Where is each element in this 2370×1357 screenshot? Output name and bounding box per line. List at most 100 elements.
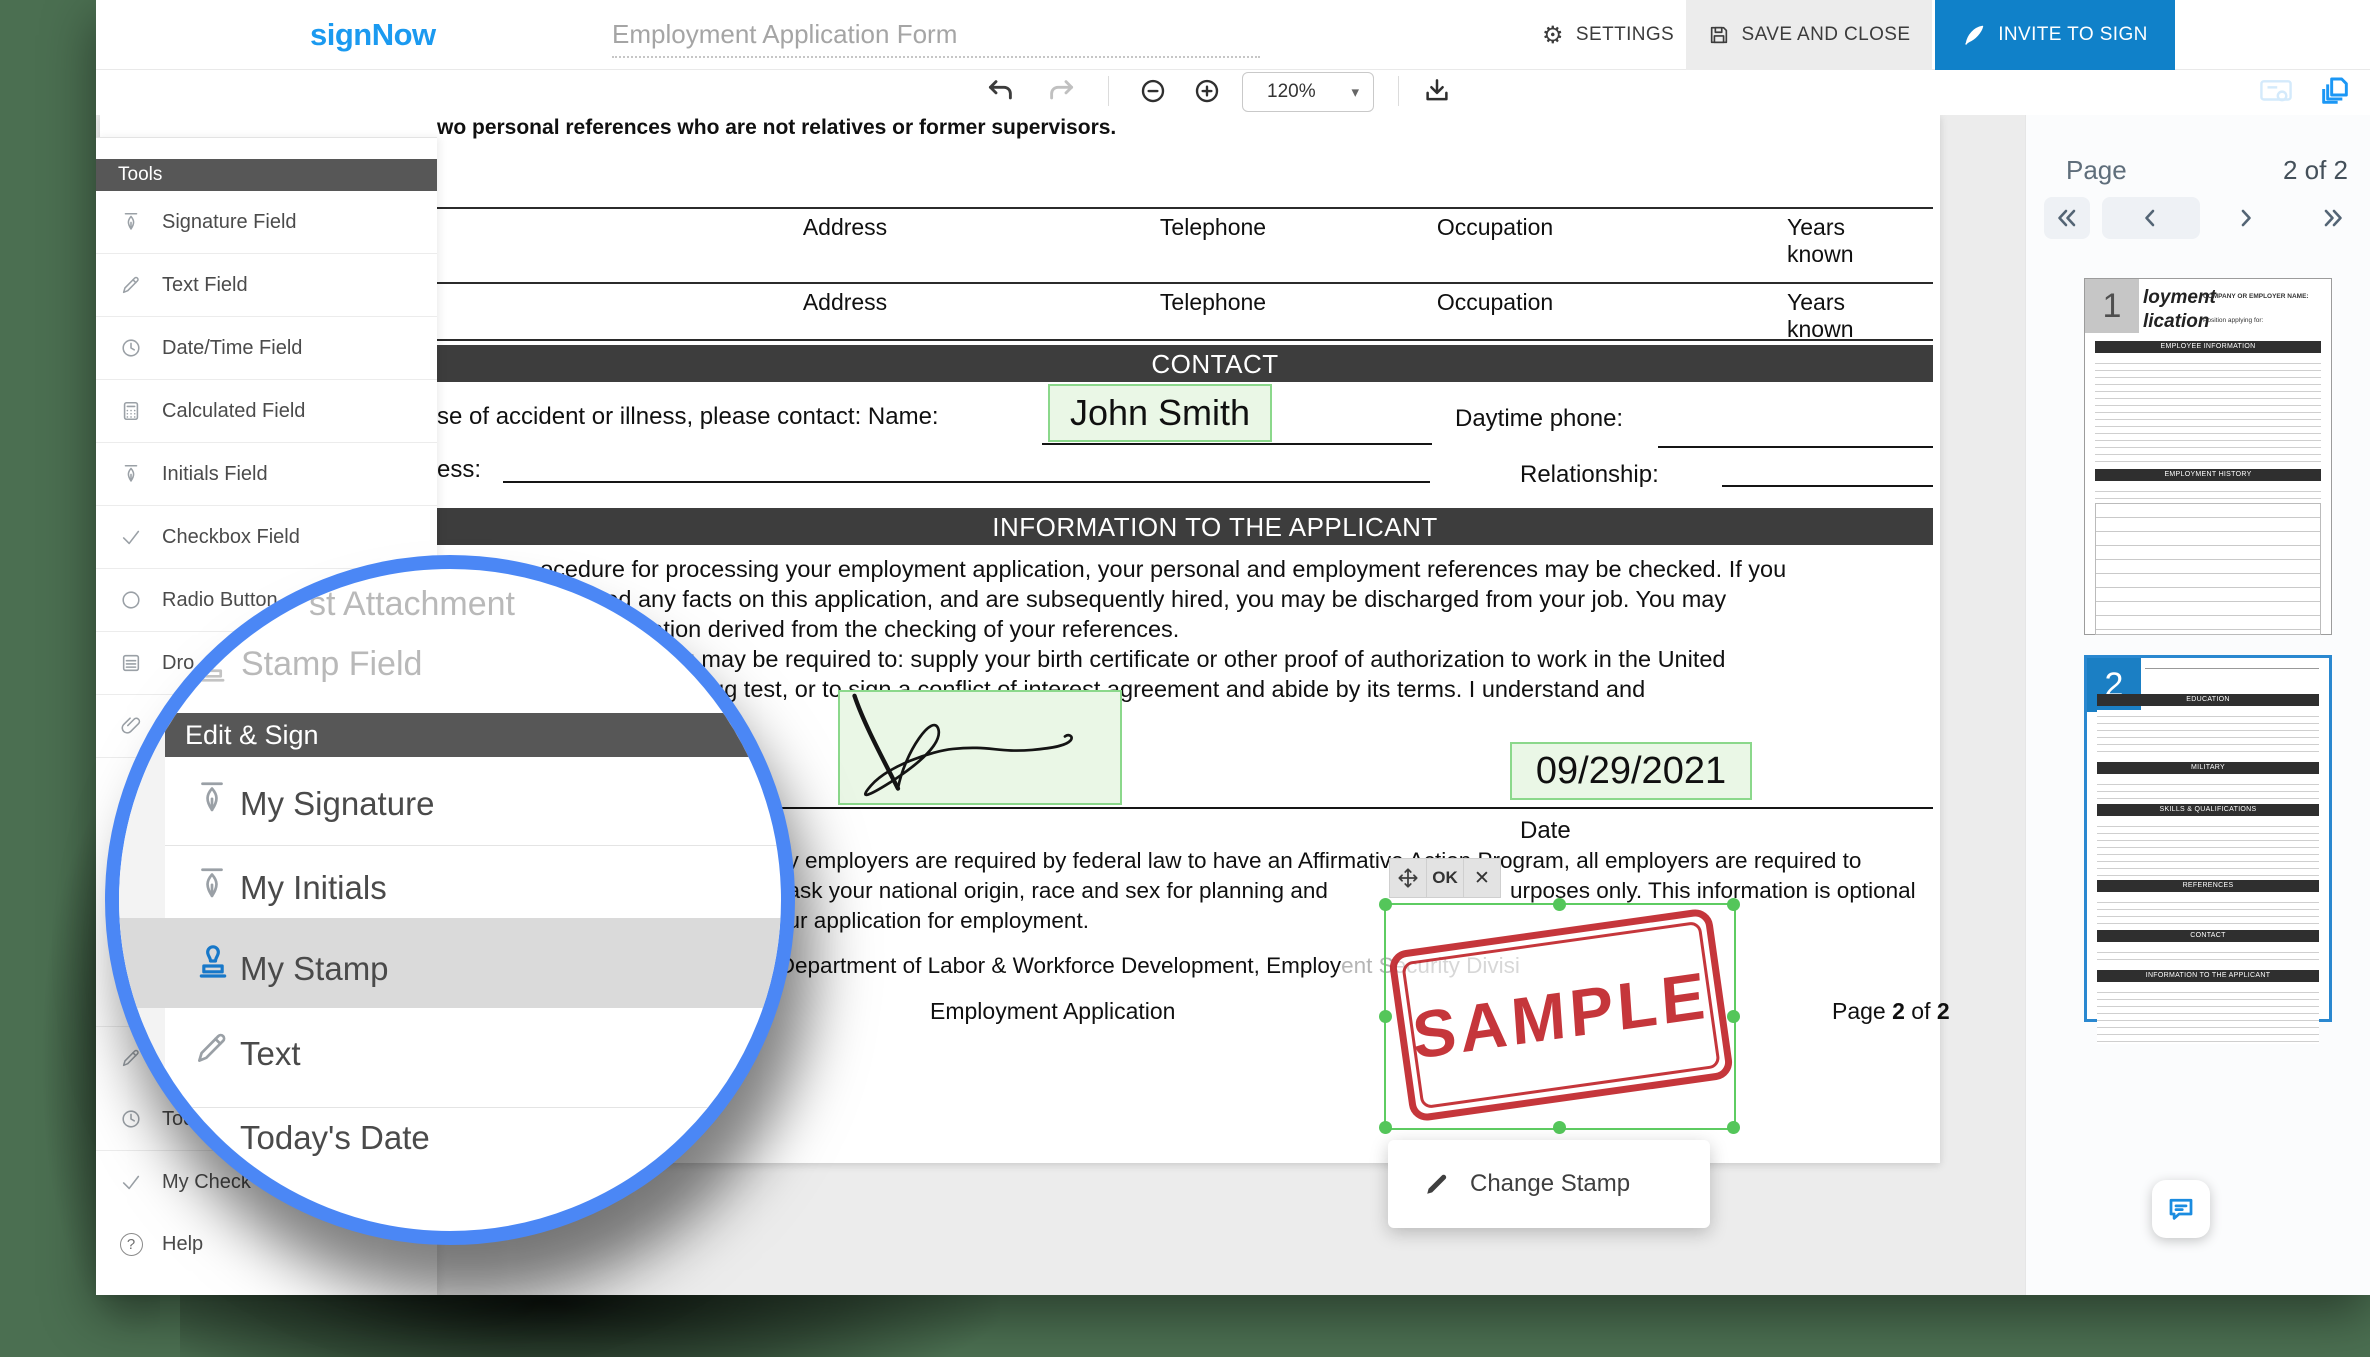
eeo-line: le many employers are required by federa…: [720, 848, 1861, 874]
download-button[interactable]: [1420, 74, 1454, 108]
sidebar-item-checkbox-field[interactable]: Checkbox Field: [96, 506, 437, 569]
previous-page-button[interactable]: [2102, 197, 2200, 239]
magnified-my-signature[interactable]: My Signature: [240, 785, 434, 823]
support-chat-button[interactable]: [2152, 1180, 2210, 1238]
sidebar-item-signature-field[interactable]: Signature Field: [96, 191, 437, 254]
document-title-field[interactable]: Employment Application Form: [612, 14, 1260, 58]
column-years-known: Years known: [1787, 214, 1889, 268]
name-field-filled[interactable]: John Smith: [1048, 384, 1272, 442]
invite-to-sign-label: INVITE TO SIGN: [1998, 24, 2148, 46]
sidebar-item-initials-field[interactable]: Initials Field: [96, 443, 437, 506]
separator: [165, 1107, 795, 1108]
zoom-in-button[interactable]: [1190, 74, 1224, 108]
footer-page-num: 2: [1892, 998, 1905, 1024]
sidebar-item-label: Text Field: [162, 274, 248, 297]
toolbar-divider: [1108, 76, 1109, 106]
floppy-icon: [1708, 24, 1730, 46]
department-line-black: laska Department of Labor & Workforce De…: [720, 953, 1341, 978]
sidebar-item-datetime-field[interactable]: Date/Time Field: [96, 317, 437, 380]
sidebar-item-calculated-field[interactable]: Calculated Field: [96, 380, 437, 443]
thumbnail-lines: [2095, 485, 2321, 499]
signature-scribble: [840, 692, 1120, 803]
date-field-filled[interactable]: 09/29/2021: [1510, 742, 1752, 800]
move-handle[interactable]: [1389, 858, 1427, 898]
resize-handle[interactable]: [1727, 1121, 1740, 1134]
clock-icon: [118, 337, 144, 359]
thumbnail-lines: [2097, 710, 2319, 758]
magnified-text[interactable]: Text: [240, 1035, 301, 1073]
sidebar-item-label: Checkbox Field: [162, 526, 300, 549]
footer-page-prefix: Page: [1832, 998, 1892, 1024]
sidebar-item-label: My Check: [162, 1171, 251, 1194]
magnified-panel-margin: [119, 569, 165, 1231]
name-underline: [1042, 443, 1432, 445]
name-value: John Smith: [1070, 392, 1250, 434]
gear-icon: ⚙: [1542, 21, 1564, 50]
pen-nib-icon: [193, 865, 231, 908]
change-stamp-button[interactable]: Change Stamp: [1388, 1140, 1710, 1228]
resize-handle[interactable]: [1727, 898, 1740, 911]
save-and-close-label: SAVE AND CLOSE: [1742, 24, 1911, 46]
column-years-known: Years known: [1787, 289, 1889, 343]
page-thumbnail-2-selected[interactable]: 2 EDUCATION MILITARY SKILLS & QUALIFICAT…: [2084, 655, 2332, 1022]
separator: [165, 845, 795, 846]
address-label: ess:: [437, 456, 481, 484]
merge-fields-icon[interactable]: [2252, 74, 2300, 108]
resize-handle[interactable]: [1379, 1010, 1392, 1023]
eeo-line: d may ask your national origin, race and…: [720, 878, 1328, 904]
date-label: Date: [1520, 817, 1571, 845]
thumbnail-lines: [2097, 946, 2319, 966]
resize-handle[interactable]: [1553, 1121, 1566, 1134]
next-page-button[interactable]: [2222, 197, 2268, 239]
sidebar-item-label: Help: [162, 1233, 203, 1256]
resize-handle[interactable]: [1553, 898, 1566, 911]
paragraph-line: ocedure for processing your employment a…: [540, 556, 1786, 583]
thumbnail-lines: [2097, 820, 2319, 876]
redo-button[interactable]: [1044, 74, 1078, 108]
sidebar-item-label: Radio Button: [162, 589, 278, 612]
resize-handle[interactable]: [1727, 1010, 1740, 1023]
thumbnail-line: [2145, 668, 2319, 669]
address-underline: [503, 481, 1430, 483]
magnified-my-stamp[interactable]: My Stamp: [240, 950, 389, 988]
save-and-close-button[interactable]: SAVE AND CLOSE: [1686, 0, 1932, 70]
contact-line: se of accident or illness, please contac…: [437, 403, 939, 431]
sample-stamp[interactable]: SAMPLE: [1388, 907, 1735, 1123]
pages-copy-icon[interactable]: [2318, 74, 2352, 108]
calculator-icon: [118, 400, 144, 422]
info-section-title: INFORMATION TO THE APPLICANT: [992, 512, 1437, 543]
page-thumbnail-1[interactable]: 1 loyment lication COMPANY OR EMPLOYER N…: [2084, 278, 2332, 635]
chat-bubble-icon: [2166, 1194, 2196, 1224]
undo-button[interactable]: [984, 74, 1018, 108]
ok-button[interactable]: OK: [1426, 858, 1464, 898]
resize-handle[interactable]: [1379, 898, 1392, 911]
relationship-underline: [1722, 485, 1933, 487]
last-page-button[interactable]: [2310, 197, 2356, 239]
settings-button[interactable]: ⚙ SETTINGS: [1516, 0, 1700, 70]
close-icon[interactable]: ✕: [1463, 858, 1501, 898]
footer-doc-name: Employment Application: [930, 998, 1175, 1025]
change-stamp-label: Change Stamp: [1470, 1170, 1630, 1198]
first-page-button[interactable]: [2044, 197, 2090, 239]
stamp-selection-box[interactable]: SAMPLE: [1384, 903, 1736, 1130]
column-address: Address: [803, 214, 887, 241]
magnified-my-initials[interactable]: My Initials: [240, 869, 387, 907]
editor-toolbar: 120% ▾: [96, 70, 2370, 115]
sidebar-item-text-field[interactable]: Text Field: [96, 254, 437, 317]
resize-handle[interactable]: [1379, 1121, 1392, 1134]
pen-nib-icon: [193, 779, 231, 822]
thumbnail-grid: [2095, 503, 2321, 635]
thumb1-section-bar: EMPLOYEE INFORMATION EMPLOYMENT HISTORY: [2085, 341, 2331, 639]
invite-to-sign-button[interactable]: INVITE TO SIGN: [1935, 0, 2175, 70]
signature-field-filled[interactable]: [838, 690, 1122, 805]
footer-page-total: 2: [1937, 998, 1950, 1024]
sidebar-item-label: Initials Field: [162, 463, 268, 486]
magnified-todays-date[interactable]: Today's Date: [240, 1119, 430, 1157]
zoom-level-value: 120%: [1267, 81, 1316, 103]
date-value: 09/29/2021: [1536, 750, 1726, 793]
zoom-out-button[interactable]: [1136, 74, 1170, 108]
sidebar-item-label: Calculated Field: [162, 400, 305, 423]
zoom-level-select[interactable]: 120% ▾: [1242, 72, 1374, 112]
references-line: wo personal references who are not relat…: [437, 116, 1116, 140]
sidebar-item-label: Signature Field: [162, 211, 297, 234]
